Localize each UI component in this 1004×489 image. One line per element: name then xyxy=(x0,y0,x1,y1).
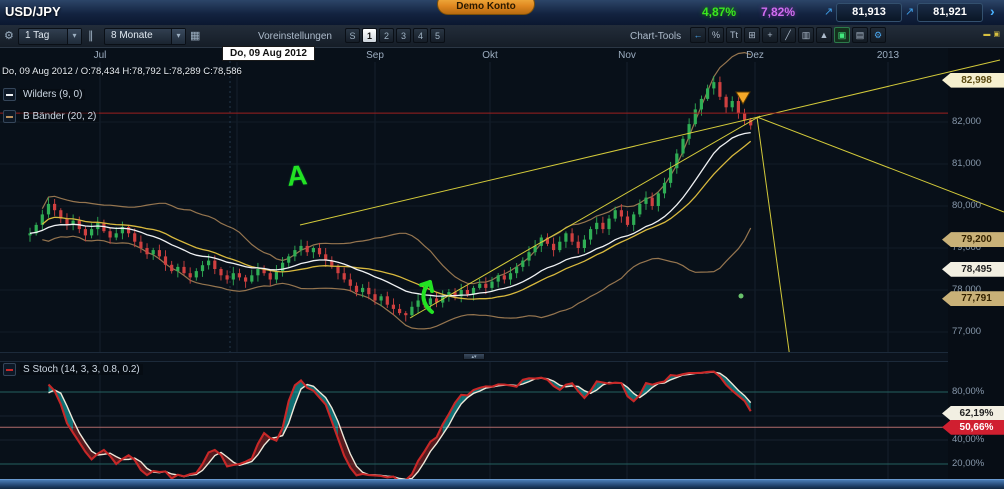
price-badge: 77,791 xyxy=(942,291,1004,306)
demo-account-button[interactable]: Demo Konto xyxy=(437,0,535,15)
symbol-title: USD/JPY xyxy=(5,4,61,19)
chevron-down-icon: ▾ xyxy=(67,29,81,44)
preset-button-4[interactable]: 4 xyxy=(413,28,428,43)
preset-buttons: S12345 xyxy=(345,28,445,43)
print-icon[interactable]: ▤ xyxy=(852,27,868,43)
layout-icon[interactable]: ▣ xyxy=(993,31,1000,39)
range-select[interactable]: 8 Monate ▾ xyxy=(104,28,186,45)
month-label: Okt xyxy=(482,50,498,61)
bid-price-button[interactable]: 81,913 xyxy=(836,3,902,22)
stoch-value-badge: 50,66% xyxy=(942,420,1004,435)
candle-chart-icon[interactable]: ▲ xyxy=(816,27,832,43)
text-tool-icon[interactable]: Tt xyxy=(726,27,742,43)
stoch-axis-label: 80,00% xyxy=(952,386,984,397)
chart-tools-label: Chart-Tools xyxy=(630,31,681,42)
date-tooltip: Do, 09 Aug 2012 xyxy=(222,46,315,61)
price-axis-label: 82,000 xyxy=(952,116,981,127)
trading-platform: USD/JPY Demo Konto 4,87% 7,82% ↗ 81,913 … xyxy=(0,0,1004,489)
collapse-toolbar-icon[interactable]: ▬ xyxy=(983,31,990,39)
change-percent-green: 4,87% xyxy=(702,5,736,19)
stoch-axis-label: 20,00% xyxy=(952,458,984,469)
preset-button-5[interactable]: 5 xyxy=(430,28,445,43)
chart-toolbar: ⚙ 1 Tag ▾ ∥ 8 Monate ▾ ▦ Voreinstellunge… xyxy=(0,25,1004,48)
back-arrow-icon[interactable]: ← xyxy=(690,27,706,43)
month-label: Sep xyxy=(366,50,384,61)
month-label: Dez xyxy=(746,50,764,61)
gear-icon[interactable]: ⚙ xyxy=(4,29,14,42)
interval-icon[interactable]: ∥ xyxy=(88,29,94,42)
status-bar xyxy=(0,479,1004,489)
preset-button-3[interactable]: 3 xyxy=(396,28,411,43)
timeframe-select[interactable]: 1 Tag ▾ xyxy=(18,28,82,45)
panel-window-buttons: ▬▣ xyxy=(983,31,1000,39)
price-axis-label: 77,000 xyxy=(952,326,981,337)
crosshair-icon[interactable]: + xyxy=(762,27,778,43)
chart-settings-icon[interactable]: ⚙ xyxy=(870,27,886,43)
panel-divider: ▴▾ xyxy=(0,352,948,362)
line-chart-icon[interactable]: ▣ xyxy=(834,27,850,43)
chevron-down-icon: ▾ xyxy=(171,29,185,44)
timeframe-value: 1 Tag xyxy=(19,29,55,44)
expand-quotes-icon[interactable]: › xyxy=(990,3,995,19)
chart-tool-buttons: ←%Tt⊞+╱▥▲▣▤⚙ xyxy=(690,27,886,43)
presets-label: Voreinstellungen xyxy=(258,31,332,42)
month-label: Jul xyxy=(94,50,107,61)
percent-scale-icon[interactable]: % xyxy=(708,27,724,43)
header-bar: USD/JPY Demo Konto 4,87% 7,82% ↗ 81,913 … xyxy=(0,0,1004,26)
price-chart[interactable] xyxy=(0,47,1004,352)
legend-wilders[interactable]: Wilders (9, 0) xyxy=(3,88,85,101)
stoch-line-icon xyxy=(3,363,16,376)
price-badge: 82,998 xyxy=(942,73,1004,88)
change-percent-purple: 7,82% xyxy=(761,5,795,19)
preset-button-1[interactable]: 1 xyxy=(362,28,377,43)
ohlc-readout: Do, 09 Aug 2012 / O:78,434 H:78,792 L:78… xyxy=(2,66,242,77)
grid-toggle-icon[interactable]: ⊞ xyxy=(744,27,760,43)
stoch-value-badge: 62,19% xyxy=(942,406,1004,421)
preset-button-2[interactable]: 2 xyxy=(379,28,394,43)
price-badge: 79,200 xyxy=(942,232,1004,247)
preset-button-S[interactable]: S xyxy=(345,28,360,43)
ask-price-button[interactable]: 81,921 xyxy=(917,3,983,22)
price-axis-label: 80,000 xyxy=(952,200,981,211)
calendar-icon[interactable]: ▦ xyxy=(190,29,200,42)
price-axis-label: 81,000 xyxy=(952,158,981,169)
hand-drawn-annotation-a: A xyxy=(286,159,309,193)
trendline-tool-icon[interactable]: ╱ xyxy=(780,27,796,43)
bar-chart-icon[interactable]: ▥ xyxy=(798,27,814,43)
month-label: Nov xyxy=(618,50,636,61)
panel-resize-handle[interactable]: ▴▾ xyxy=(463,353,485,360)
wilders-line-icon xyxy=(3,88,16,101)
tick-up-icon: ↗ xyxy=(824,5,833,18)
legend-bollinger[interactable]: B Bänder (20, 2) xyxy=(3,110,99,123)
bband-line-icon xyxy=(3,110,16,123)
tick-up-icon: ↗ xyxy=(905,5,914,18)
stoch-axis-label: 40,00% xyxy=(952,434,984,445)
price-badge: 78,495 xyxy=(942,262,1004,277)
range-value: 8 Monate xyxy=(105,29,159,44)
legend-stochastic[interactable]: S Stoch (14, 3, 3, 0.8, 0.2) xyxy=(3,363,143,376)
month-label: 2013 xyxy=(877,50,899,61)
stochastic-chart[interactable] xyxy=(0,360,948,480)
